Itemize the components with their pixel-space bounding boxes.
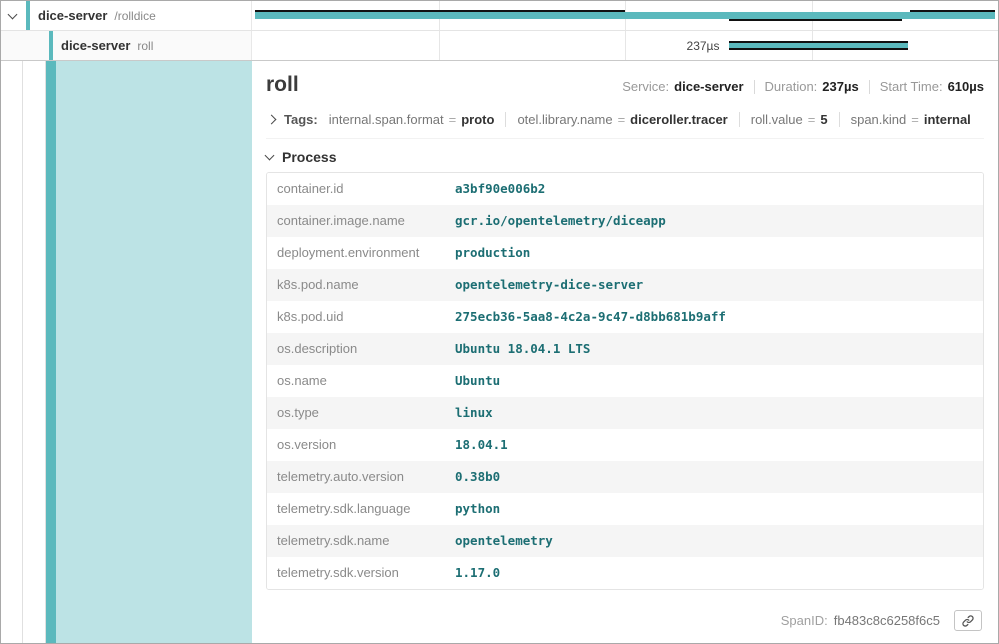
copy-span-link-button[interactable] (954, 610, 982, 631)
span-meta: Service: dice-server Duration: 237µs Sta… (622, 79, 984, 94)
meta-service-value: dice-server (674, 79, 743, 94)
table-row: container.image.name gcr.io/opentelemetr… (267, 205, 983, 237)
detail-footer: SpanID: fb483c8c6258f6c5 (266, 600, 984, 635)
process-kv-table: container.id a3bf90e006b2 container.imag… (266, 172, 984, 590)
separator (869, 80, 870, 94)
table-row: k8s.pod.name opentelemetry-dice-server (267, 269, 983, 301)
service-color-strip (46, 61, 56, 643)
meta-duration-value: 237µs (822, 79, 858, 94)
tag-item: internal.span.format = proto (329, 112, 495, 127)
table-row: os.name Ubuntu (267, 365, 983, 397)
span-duration-label: 237µs (687, 39, 720, 53)
table-row: os.type linux (267, 397, 983, 429)
process-label: Process (282, 149, 336, 165)
spanid-value: fb483c8c6258f6c5 (834, 613, 940, 628)
span-detail-area: roll Service: dice-server Duration: 237µ… (1, 61, 998, 643)
table-row: telemetry.sdk.name opentelemetry (267, 525, 983, 557)
table-row: container.id a3bf90e006b2 (267, 173, 983, 205)
span-row-rolldice: dice-server /rolldice (1, 1, 998, 31)
span-bar-rolldice[interactable] (255, 12, 995, 19)
service-color-strip (26, 1, 30, 30)
trace-detail-window: dice-server /rolldice dice-server roll 2… (0, 0, 999, 644)
service-name: dice-server (38, 8, 107, 23)
service-name: dice-server (61, 38, 130, 53)
span-name-cell-roll[interactable]: dice-server roll (1, 31, 252, 60)
critical-path-segment (255, 10, 625, 12)
separator (754, 80, 755, 94)
table-row: os.version 18.04.1 (267, 429, 983, 461)
tag-item: otel.library.name = diceroller.tracer (505, 112, 727, 127)
critical-path-segment (729, 19, 903, 21)
table-row: telemetry.sdk.version 1.17.0 (267, 557, 983, 589)
detail-header: roll Service: dice-server Duration: 237µ… (266, 73, 984, 97)
critical-path-segment (910, 10, 995, 12)
tree-gutter (1, 61, 252, 643)
link-icon (961, 614, 975, 628)
span-title: roll (266, 73, 299, 97)
meta-duration-label: Duration: (765, 79, 818, 94)
tag-item: roll.value = 5 (739, 112, 828, 127)
chevron-right-icon (267, 115, 277, 125)
meta-service-label: Service: (622, 79, 669, 94)
span-name-cell-rolldice[interactable]: dice-server /rolldice (1, 1, 252, 30)
table-row: os.description Ubuntu 18.04.1 LTS (267, 333, 983, 365)
span-detail-fill (46, 61, 252, 643)
span-row-roll: dice-server roll 237µs (1, 31, 998, 61)
collapse-children-icon[interactable] (8, 9, 18, 19)
table-row: deployment.environment production (267, 237, 983, 269)
span-detail-panel: roll Service: dice-server Duration: 237µ… (252, 61, 998, 643)
operation-name: roll (137, 39, 153, 53)
meta-starttime-value: 610µs (948, 79, 984, 94)
gutter-column (1, 61, 23, 643)
tags-label: Tags: (284, 112, 318, 127)
service-color-strip (49, 31, 53, 60)
table-row: telemetry.auto.version 0.38b0 (267, 461, 983, 493)
timeline-gridline (625, 31, 626, 60)
meta-starttime-label: Start Time: (880, 79, 943, 94)
timeline-gridline (439, 31, 440, 60)
span-bar-roll[interactable] (729, 41, 908, 50)
spanid-label: SpanID: (781, 613, 828, 628)
span-track-roll: 237µs (252, 31, 998, 60)
tag-item: span.kind = internal (839, 112, 971, 127)
operation-name: /rolldice (114, 9, 155, 23)
table-row: telemetry.sdk.language python (267, 493, 983, 525)
table-row: k8s.pod.uid 275ecb36-5aa8-4c2a-9c47-d8bb… (267, 301, 983, 333)
tags-toggle-row[interactable]: Tags: internal.span.format = proto otel.… (266, 107, 984, 139)
chevron-down-icon (265, 151, 275, 161)
process-toggle-row[interactable]: Process (266, 149, 984, 165)
span-track-rolldice (252, 1, 998, 30)
gutter-column (23, 61, 46, 643)
